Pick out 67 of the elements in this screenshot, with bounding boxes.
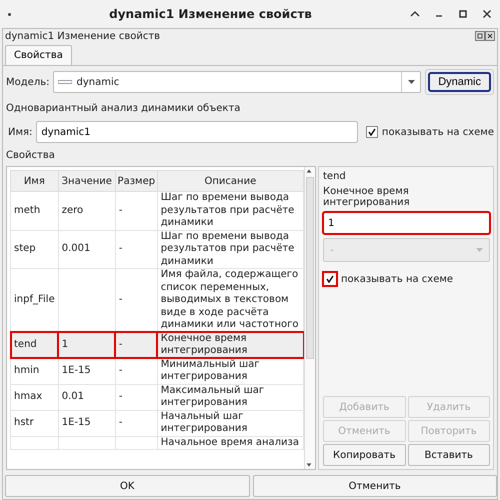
- scroll-down-icon[interactable]: [305, 461, 313, 469]
- edit-button[interactable]: Копировать: [323, 444, 406, 466]
- table-cell: meth: [14, 204, 40, 216]
- table-cell: hstr: [14, 416, 34, 428]
- dropdown-arrow-icon: [476, 248, 483, 252]
- table-cell: -: [118, 416, 122, 428]
- table-cell: Начальное время анализа: [160, 436, 300, 449]
- properties-label: Свойства: [6, 149, 56, 161]
- table-cell: 1E-15: [62, 364, 91, 376]
- table-cell: zero: [62, 204, 84, 216]
- table-cell: 0.001: [62, 243, 90, 254]
- table-cell-text: Конечное время интегрирования: [160, 332, 248, 358]
- table-cell-text: Шаг по времени вывода результатов при расчёте динамики: [160, 230, 296, 268]
- table-cell: -: [118, 294, 122, 305]
- table-cell: 1: [62, 338, 68, 350]
- analysis-description: Одновариантный анализ динамики объекта: [6, 102, 242, 116]
- window-title: dynamic1 Изменение свойств: [108, 7, 313, 21]
- column-header[interactable]: Значение: [58, 170, 116, 192]
- value-input[interactable]: 1: [323, 212, 490, 234]
- check-icon: [326, 275, 334, 283]
- table-cell: inpf_File: [14, 294, 55, 305]
- table-cell-text: Начальный шаг интегрирования: [160, 410, 248, 436]
- show-checkbox[interactable]: [366, 126, 378, 138]
- property-caption: Конечное время интегрирования: [323, 186, 411, 208]
- checkbox-label: показывать на схеме: [341, 274, 454, 284]
- table-cell-text: Максимальный шаг интегрирования: [160, 384, 266, 410]
- maximize-icon[interactable]: [458, 9, 468, 19]
- table-cell: hmax: [14, 390, 42, 402]
- column-header[interactable]: Размер: [115, 170, 158, 192]
- window-menu-icon[interactable]: [8, 12, 11, 16]
- show-checkbox[interactable]: [323, 272, 337, 286]
- ok-button[interactable]: OK: [5, 475, 250, 497]
- checkbox-label: показывать на схеме: [382, 126, 494, 138]
- cancel-button[interactable]: Отменить: [252, 475, 497, 497]
- model-label: Модель:: [6, 76, 50, 88]
- table-cell: 1E-15: [62, 416, 91, 428]
- table-cell-text: Минимальный шаг интегрирования: [160, 358, 261, 384]
- chevron-up-icon[interactable]: [410, 9, 420, 19]
- close-icon[interactable]: [482, 9, 492, 19]
- column-header[interactable]: Имя: [10, 170, 58, 192]
- panel-title: dynamic1 Изменение свойств: [5, 30, 162, 42]
- unit-dropdown: -: [323, 238, 490, 262]
- table-cell: step: [14, 243, 36, 254]
- name-input[interactable]: dynamic1: [36, 121, 358, 143]
- properties-tab[interactable]: Свойства: [5, 45, 72, 65]
- table-cell: tend: [14, 338, 37, 350]
- table-cell: -: [118, 204, 122, 216]
- name-label: Имя:: [8, 126, 32, 138]
- model-dropdown[interactable]: dynamic: [53, 71, 422, 93]
- float-icon[interactable]: [475, 31, 485, 41]
- table-cell: Имя файла, содержащего список переменных, выводимых в текстовом виде в ходе расчёта динамики или частотного: [160, 269, 300, 332]
- table-cell: -: [118, 243, 122, 254]
- table-cell: -: [118, 390, 122, 402]
- column-header[interactable]: Описание: [157, 170, 304, 192]
- edit-button[interactable]: Вставить: [408, 444, 490, 466]
- table-cell: hmin: [14, 364, 40, 376]
- dynamic-button[interactable]: Dynamic: [425, 69, 494, 95]
- table-cell: 0.01: [62, 390, 84, 402]
- table-cell: -: [118, 338, 122, 350]
- scroll-up-icon[interactable]: [305, 167, 313, 175]
- close-icon[interactable]: [485, 31, 495, 41]
- line-icon: [58, 80, 72, 84]
- table-cell: -: [118, 364, 122, 376]
- dropdown-arrow-icon: [408, 80, 415, 84]
- check-icon: [368, 128, 376, 136]
- property-name: tend: [323, 171, 347, 182]
- table-cell-text: Шаг по времени вывода результатов при расчёте динамики: [160, 192, 296, 230]
